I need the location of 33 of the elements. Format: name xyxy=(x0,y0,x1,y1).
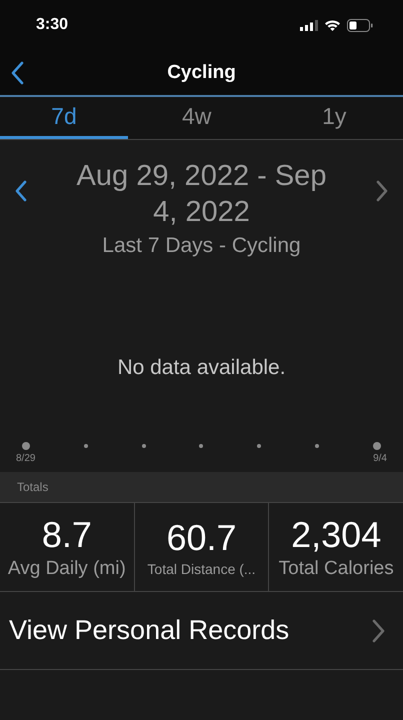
stat-label: Total Distance (... xyxy=(147,561,256,577)
section-header: Totals xyxy=(0,472,403,503)
wifi-icon xyxy=(324,19,341,31)
status-time: 3:30 xyxy=(36,16,68,34)
period-tab[interactable]: 1y xyxy=(265,97,403,139)
next-icon[interactable] xyxy=(375,180,389,202)
axis-dot xyxy=(315,444,320,448)
signal-icon xyxy=(300,20,318,30)
records-label: View Personal Records xyxy=(9,615,290,646)
personal-records-row[interactable]: View Personal Records xyxy=(0,592,403,670)
date-range: Aug 29, 2022 - Sep 4, 2022 xyxy=(76,159,328,230)
chevron-icon xyxy=(371,618,385,642)
period-tab[interactable]: 7d xyxy=(0,97,128,139)
stat-label: Avg Daily (mi) xyxy=(8,558,126,580)
axis-dot xyxy=(257,444,262,448)
axis-dot xyxy=(84,444,88,448)
stat-value: 60.7 xyxy=(166,517,237,559)
previous-icon[interactable] xyxy=(14,180,28,202)
axis-label: 9/4 xyxy=(373,453,387,464)
screen-title: Cycling xyxy=(167,62,236,84)
stat-value: 2,304 xyxy=(291,514,382,556)
axis-label: 8/29 xyxy=(16,453,36,464)
back-icon[interactable] xyxy=(10,61,24,85)
axis-dot xyxy=(372,442,381,450)
battery-icon xyxy=(347,18,373,32)
period-subtitle: Last 7 Days - Cycling xyxy=(102,234,301,258)
axis-dot xyxy=(199,444,204,448)
period-tab[interactable]: 4w xyxy=(128,97,266,139)
stat-value: 8.7 xyxy=(42,514,92,556)
empty-message: No data available. xyxy=(116,356,287,380)
axis-dot xyxy=(22,442,30,450)
stat-label: Total Calories xyxy=(278,558,394,580)
axis-dot xyxy=(142,444,146,448)
